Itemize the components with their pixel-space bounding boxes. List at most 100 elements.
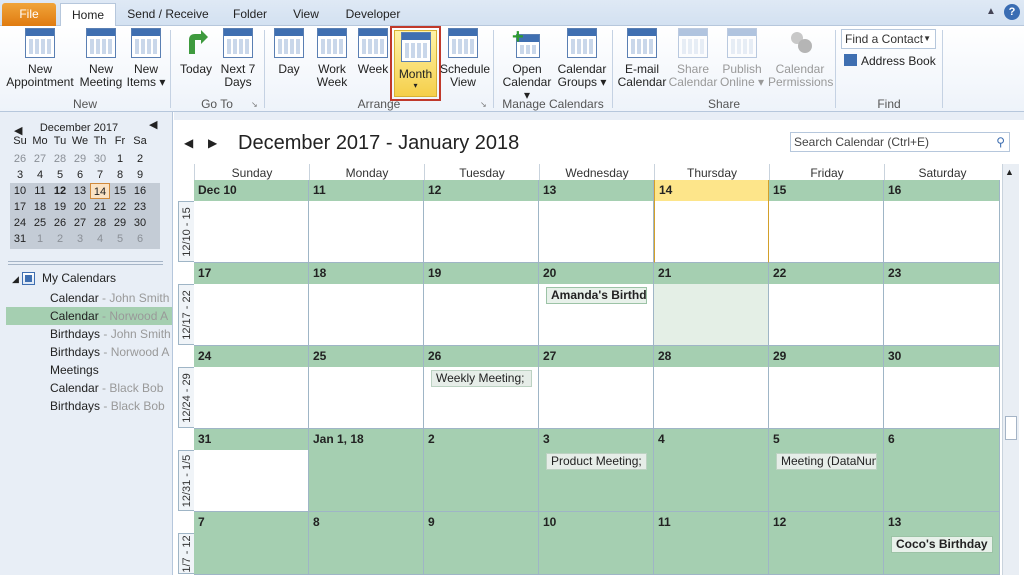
day-cell[interactable]: 12 — [424, 180, 539, 263]
find-contact-input[interactable]: Find a Contact ▼ — [841, 29, 936, 49]
day-cell[interactable]: 11 — [654, 512, 769, 575]
mini-calendar-day[interactable]: 6 — [130, 231, 150, 247]
day-cell[interactable]: 17 — [194, 263, 309, 346]
mini-calendar-day[interactable]: 11 — [30, 183, 50, 199]
mini-calendar-day[interactable]: 26 — [50, 215, 70, 231]
day-cell[interactable]: 21 — [654, 263, 769, 346]
calendar-groups-button[interactable]: Calendar Groups ▾ — [556, 28, 608, 89]
calendar-list-item[interactable]: Birthdays - Norwood A — [50, 343, 192, 361]
email-calendar-button[interactable]: E-mail Calendar — [616, 28, 668, 89]
mini-calendar-day[interactable]: 4 — [90, 231, 110, 247]
day-cell[interactable]: 28 — [654, 346, 769, 429]
mini-calendar-day[interactable]: 5 — [110, 231, 130, 247]
my-calendars-checkbox[interactable] — [22, 272, 35, 285]
help-icon[interactable]: ? — [1004, 4, 1020, 20]
day-cell[interactable]: 9 — [424, 512, 539, 575]
day-cell[interactable]: 7 — [194, 512, 309, 575]
calendar-event[interactable]: Product Meeting; — [546, 453, 647, 470]
calendar-list-item[interactable]: Birthdays - John Smith — [50, 325, 192, 343]
prev-arrow-icon[interactable]: ◀ — [184, 136, 193, 150]
mini-calendar-day[interactable]: 26 — [10, 151, 30, 167]
tab-developer[interactable]: Developer — [338, 3, 408, 26]
mini-calendar-day[interactable]: 21 — [90, 199, 110, 215]
share-calendar-button[interactable]: Share Calendar — [668, 28, 718, 89]
week-view-button[interactable]: Week — [355, 28, 391, 76]
mini-calendar-day[interactable]: 27 — [30, 151, 50, 167]
mini-calendar-day[interactable]: 28 — [50, 151, 70, 167]
mini-calendar-day[interactable]: 9 — [130, 167, 150, 183]
day-cell[interactable]: 11 — [309, 180, 424, 263]
week-range-label[interactable]: 12/31 - 1/5 — [178, 450, 195, 511]
day-cell[interactable]: 12 — [769, 512, 884, 575]
mini-calendar-next-icon[interactable]: ◀ — [149, 118, 157, 131]
calendar-event[interactable]: Meeting (DataNumen — [776, 453, 877, 470]
mini-calendar-day[interactable]: 15 — [110, 183, 130, 199]
new-appointment-button[interactable]: New Appointment — [4, 28, 76, 89]
dialog-launcher-icon[interactable]: ↘ — [251, 100, 258, 109]
collapse-ribbon-icon[interactable]: ▲ — [986, 6, 996, 17]
mini-calendar-day[interactable]: 10 — [10, 183, 30, 199]
mini-calendar-day[interactable]: 29 — [70, 151, 90, 167]
mini-calendar-day[interactable]: 2 — [50, 231, 70, 247]
day-cell[interactable]: 14 — [654, 180, 769, 263]
mini-calendar-day[interactable]: 28 — [90, 215, 110, 231]
mini-calendar-day[interactable]: 1 — [30, 231, 50, 247]
mini-calendar-day[interactable]: 8 — [110, 167, 130, 183]
address-book-button[interactable]: Address Book — [844, 53, 936, 69]
tab-send-receive[interactable]: Send / Receive — [122, 3, 214, 26]
publish-online-button[interactable]: Publish Online ▾ — [718, 28, 766, 89]
mini-calendar-day[interactable]: 25 — [30, 215, 50, 231]
week-range-label[interactable]: 12/24 - 29 — [178, 367, 195, 428]
calendar-list-item[interactable]: Calendar - John Smith — [50, 289, 192, 307]
day-cell[interactable]: 30 — [884, 346, 1000, 429]
work-week-view-button[interactable]: Work Week — [312, 28, 352, 89]
day-cell[interactable]: 2 — [424, 429, 539, 512]
day-cell[interactable]: 27 — [539, 346, 654, 429]
day-cell[interactable]: 19 — [424, 263, 539, 346]
day-cell[interactable]: 3 — [539, 429, 654, 512]
mini-calendar-day[interactable]: 7 — [90, 167, 110, 183]
month-view-button[interactable]: Month ▾ — [394, 30, 437, 97]
day-cell[interactable]: 18 — [309, 263, 424, 346]
day-cell[interactable]: 29 — [769, 346, 884, 429]
day-cell[interactable]: 20 — [539, 263, 654, 346]
day-cell[interactable]: Jan 1, 18 — [309, 429, 424, 512]
today-button[interactable]: Today — [176, 28, 216, 76]
day-cell[interactable]: 4 — [654, 429, 769, 512]
tab-view[interactable]: View — [284, 3, 328, 26]
calendar-permissions-button[interactable]: Calendar Permissions — [768, 28, 833, 89]
mini-calendar-day[interactable]: 29 — [110, 215, 130, 231]
day-cell[interactable]: 5 — [769, 429, 884, 512]
new-meeting-button[interactable]: New Meeting — [78, 28, 124, 89]
mini-calendar-day[interactable]: 20 — [70, 199, 90, 215]
mini-calendar-day[interactable]: 1 — [110, 151, 130, 167]
week-range-label[interactable]: 12/17 - 22 — [178, 284, 195, 345]
vertical-scrollbar[interactable]: ▲ — [1002, 164, 1019, 575]
mini-calendar-day[interactable]: 6 — [70, 167, 90, 183]
open-calendar-button[interactable]: + Open Calendar ▾ — [500, 27, 554, 102]
calendar-list-item[interactable]: ✓Calendar - Norwood A — [50, 307, 192, 325]
calendar-event[interactable]: Coco's Birthday — [891, 536, 993, 553]
day-cell[interactable]: 31 — [194, 429, 309, 512]
calendar-list-item[interactable]: Birthdays - Black Bob — [50, 397, 192, 415]
day-cell[interactable]: 8 — [309, 512, 424, 575]
day-cell[interactable]: 26 — [424, 346, 539, 429]
scrollbar-thumb[interactable] — [1005, 416, 1017, 440]
mini-calendar-day[interactable]: 13 — [70, 183, 90, 199]
calendar-event[interactable]: Weekly Meeting; — [431, 370, 532, 387]
week-range-label[interactable]: 1/7 - 12 — [178, 533, 195, 574]
tab-folder[interactable]: Folder — [222, 3, 278, 26]
day-cell[interactable]: 10 — [539, 512, 654, 575]
new-items-button[interactable]: New Items ▾ — [126, 28, 166, 89]
day-cell[interactable]: Dec 10 — [194, 180, 309, 263]
week-range-label[interactable]: 12/10 - 15 — [178, 201, 195, 262]
collapse-arrow-icon[interactable]: ◢ — [12, 274, 19, 285]
mini-calendar-day[interactable]: 19 — [50, 199, 70, 215]
mini-calendar-day[interactable]: 12 — [50, 183, 70, 199]
mini-calendar-day[interactable]: 4 — [30, 167, 50, 183]
tab-home[interactable]: Home — [60, 3, 116, 27]
mini-calendar-day[interactable]: 23 — [130, 199, 150, 215]
schedule-view-button[interactable]: Schedule View — [440, 28, 490, 89]
mini-calendar-day[interactable]: 3 — [70, 231, 90, 247]
day-cell[interactable]: 6 — [884, 429, 1000, 512]
